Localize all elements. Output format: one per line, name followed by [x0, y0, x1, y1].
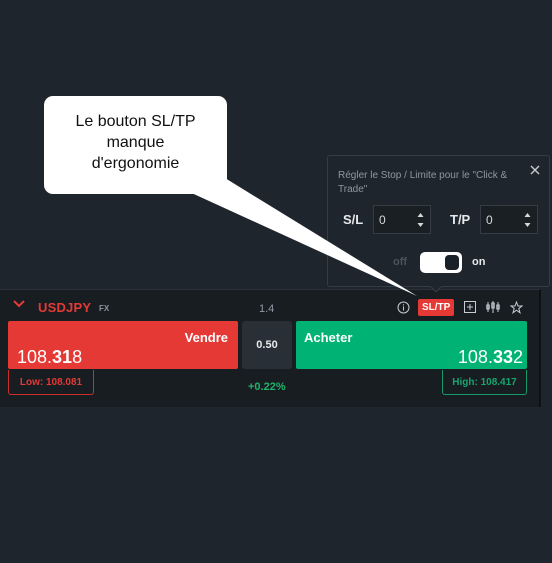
- stepper-arrows-icon[interactable]: [524, 212, 531, 228]
- toggle-on-label: on: [472, 256, 486, 268]
- close-icon[interactable]: [530, 165, 540, 175]
- callout-line: Le bouton SL/TP: [75, 113, 196, 130]
- buy-button[interactable]: Acheter 108.332: [296, 321, 527, 369]
- callout-line: d'ergonomie: [91, 155, 180, 172]
- candlestick-chart-icon[interactable]: [486, 300, 501, 314]
- sell-price: 108.318: [17, 347, 83, 367]
- take-profit-input[interactable]: 0: [480, 205, 538, 234]
- stepper-arrows-icon[interactable]: [417, 212, 424, 228]
- buy-label: Acheter: [304, 330, 353, 345]
- sltp-popover-title: Régler le Stop / Limite pour le "Click &…: [338, 170, 508, 195]
- callout-line: manque: [106, 134, 165, 151]
- spread-box: 0.50: [242, 321, 292, 369]
- buy-price: 108.332: [457, 347, 523, 367]
- instrument-toolbar: SL/TP: [396, 298, 523, 316]
- price-change: +0.22%: [248, 381, 286, 393]
- sltp-popover: Régler le Stop / Limite pour le "Click &…: [327, 155, 550, 293]
- stop-loss-input[interactable]: 0: [373, 205, 431, 234]
- take-profit-label: T/P: [450, 212, 471, 227]
- low-price-badge: Low: 108.081: [8, 370, 94, 395]
- chevron-down-icon[interactable]: [13, 299, 25, 309]
- high-price-badge: High: 108.417: [442, 370, 527, 395]
- instrument-symbol[interactable]: USDJPY: [38, 300, 91, 315]
- info-icon[interactable]: [396, 300, 410, 314]
- spread-value: 1.4: [259, 303, 275, 315]
- annotation-callout: Le bouton SL/TP manque d'ergonomie: [44, 96, 227, 194]
- instrument-header: USDJPY FX 1.4 SL/TP: [0, 290, 540, 320]
- stop-loss-label: S/L: [343, 212, 364, 227]
- sltp-toggle[interactable]: [420, 252, 462, 273]
- instrument-widget: USDJPY FX 1.4 SL/TP Vendre 108.318 0.50 …: [0, 289, 541, 407]
- sell-button[interactable]: Vendre 108.318: [8, 321, 238, 369]
- sltp-button[interactable]: SL/TP: [418, 298, 455, 316]
- market-badge: FX: [99, 304, 110, 313]
- toggle-off-label: off: [393, 256, 408, 268]
- star-icon[interactable]: [509, 300, 523, 314]
- plus-square-icon[interactable]: [463, 300, 477, 314]
- sell-label: Vendre: [184, 330, 228, 345]
- toggle-knob: [445, 255, 459, 270]
